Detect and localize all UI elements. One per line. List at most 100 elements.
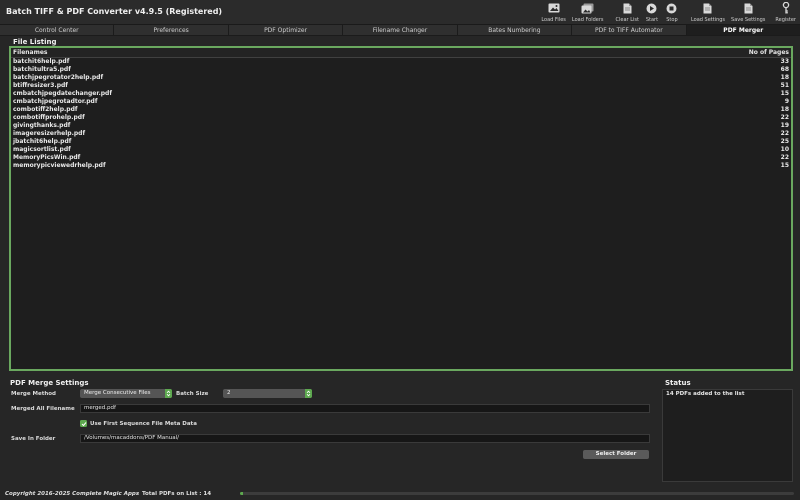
file-list-table[interactable]: Filenames No of Pages batchit6help.pdf 33… — [9, 46, 793, 371]
pages-cell: 15 — [780, 90, 789, 97]
start-button[interactable]: Start — [645, 2, 659, 24]
select-folder-button[interactable]: Select Folder — [583, 450, 649, 459]
start-label: Start — [645, 17, 659, 23]
save-settings-button[interactable]: Save Settings — [731, 2, 765, 24]
image-icon — [547, 2, 561, 14]
chevron-up-down-icon — [165, 389, 172, 398]
table-row[interactable]: imageresizerhelp.pdf 22 — [11, 130, 791, 138]
table-row[interactable]: memorypicviewedrhelp.pdf 15 — [11, 162, 791, 170]
checkmark-icon — [81, 421, 86, 426]
filename-cell: magicsortlist.pdf — [13, 146, 71, 153]
merge-method-value: Merge Consecutive Files — [84, 390, 151, 396]
stop-icon — [665, 2, 679, 14]
merge-method-select[interactable]: Merge Consecutive Files — [80, 389, 172, 398]
filenames-column-header[interactable]: Filenames — [13, 48, 48, 57]
filename-cell: btiffresizer3.pdf — [13, 82, 68, 89]
pages-cell: 15 — [780, 162, 789, 169]
play-icon — [645, 2, 659, 14]
total-pdfs-label: Total PDFs on List : 14 — [142, 491, 212, 497]
status-message: 14 PDFs added to the list — [666, 391, 745, 397]
load-files-button[interactable]: Load Files — [541, 2, 566, 24]
filename-cell: batchitultra5.pdf — [13, 66, 71, 73]
pages-cell: 9 — [784, 98, 789, 105]
load-settings-button[interactable]: Load Settings — [691, 2, 725, 24]
filename-cell: memorypicviewedrhelp.pdf — [13, 162, 106, 169]
images-icon — [581, 2, 595, 14]
table-row[interactable]: cmbatchjpegdatechanger.pdf 15 — [11, 90, 791, 98]
meta-data-checkbox[interactable] — [80, 420, 87, 427]
pages-cell: 18 — [780, 106, 789, 113]
table-body: batchit6help.pdf 33 batchitultra5.pdf 68 bat… — [11, 58, 791, 170]
pages-column-header[interactable]: No of Pages — [749, 48, 789, 57]
status-title: Status — [665, 379, 691, 387]
load-settings-label: Load Settings — [690, 17, 726, 23]
chevron-up-down-icon — [305, 389, 312, 398]
save-folder-label: Save In Folder — [11, 436, 56, 442]
table-row[interactable]: combotiff2help.pdf 18 — [11, 106, 791, 114]
filename-cell: MemoryPicsWin.pdf — [13, 154, 81, 161]
stop-button[interactable]: Stop — [665, 2, 679, 24]
filename-cell: cmbatchjpegrotadtor.pdf — [13, 98, 98, 105]
clear-list-label: Clear List — [615, 17, 639, 23]
load-folders-button[interactable]: Load Folders — [572, 2, 604, 24]
progress-bar — [240, 492, 794, 495]
table-header: Filenames No of Pages — [11, 48, 791, 58]
key-icon — [779, 2, 793, 14]
table-row[interactable]: batchitultra5.pdf 68 — [11, 66, 791, 74]
register-button[interactable]: Register — [775, 2, 796, 24]
pages-cell: 51 — [780, 82, 789, 89]
tab-control-center[interactable]: Control Center — [0, 25, 115, 35]
tab-bar: Control Center Preferences PDF Optimizer… — [0, 25, 800, 36]
table-row[interactable]: btiffresizer3.pdf 51 — [11, 82, 791, 90]
pages-cell: 68 — [780, 66, 789, 73]
filename-cell: batchjpegrotator2help.pdf — [13, 74, 104, 81]
toolbar: Load Files Load Folders Clear List Start… — [535, 2, 796, 24]
table-row[interactable]: cmbatchjpegrotadtor.pdf 9 — [11, 98, 791, 106]
load-folders-label: Load Folders — [571, 17, 604, 23]
pages-cell: 10 — [780, 146, 789, 153]
tab-pdf-merger[interactable]: PDF Merger — [686, 25, 800, 35]
pages-cell: 18 — [780, 74, 789, 81]
register-label: Register — [775, 17, 796, 23]
pages-cell: 22 — [780, 154, 789, 161]
pages-cell: 22 — [780, 114, 789, 121]
load-files-label: Load Files — [541, 17, 566, 23]
app-title: Batch TIFF & PDF Converter v4.9.5 (Regis… — [6, 7, 223, 16]
progress-fill — [240, 492, 243, 495]
file-listing-title: File Listing — [13, 38, 57, 46]
pages-cell: 22 — [780, 130, 789, 137]
pages-cell: 33 — [780, 58, 789, 65]
tab-bates-numbering[interactable]: Bates Numbering — [458, 25, 573, 35]
table-row[interactable]: batchjpegrotator2help.pdf 18 — [11, 74, 791, 82]
merged-filename-label: Merged All Filename — [11, 406, 75, 412]
status-panel: 14 PDFs added to the list — [662, 389, 793, 482]
merged-filename-field[interactable]: merged.pdf — [80, 404, 650, 413]
batch-size-label: Batch Size — [176, 391, 209, 397]
title-bar: Batch TIFF & PDF Converter v4.9.5 (Regis… — [0, 0, 800, 25]
table-row[interactable]: givingthanks.pdf 19 — [11, 122, 791, 130]
filename-cell: cmbatchjpegdatechanger.pdf — [13, 90, 112, 97]
batch-size-select[interactable]: 2 — [223, 389, 312, 398]
tab-pdf-to-tiff-automator[interactable]: PDF to TIFF Automator — [572, 25, 687, 35]
meta-data-checkbox-label[interactable]: Use First Sequence File Meta Data — [90, 421, 197, 427]
table-row[interactable]: combotiffprohelp.pdf 22 — [11, 114, 791, 122]
document-icon — [620, 2, 634, 14]
tab-filename-changer[interactable]: Filename Changer — [343, 25, 458, 35]
filename-cell: combotiffprohelp.pdf — [13, 114, 85, 121]
save-folder-field[interactable]: /Volumes/macaddons/PDF Manual/ — [80, 434, 650, 443]
batch-size-value: 2 — [227, 390, 231, 396]
tab-pdf-optimizer[interactable]: PDF Optimizer — [229, 25, 344, 35]
filename-cell: givingthanks.pdf — [13, 122, 71, 129]
filename-cell: batchit6help.pdf — [13, 58, 70, 65]
table-row[interactable]: magicsortlist.pdf 10 — [11, 146, 791, 154]
table-row[interactable]: jbatchit6help.pdf 25 — [11, 138, 791, 146]
filename-cell: jbatchit6help.pdf — [13, 138, 72, 145]
filename-cell: combotiff2help.pdf — [13, 106, 78, 113]
table-row[interactable]: batchit6help.pdf 33 — [11, 58, 791, 66]
clear-list-button[interactable]: Clear List — [616, 2, 639, 24]
tab-preferences[interactable]: Preferences — [114, 25, 229, 35]
pages-cell: 19 — [780, 122, 789, 129]
table-row[interactable]: MemoryPicsWin.pdf 22 — [11, 154, 791, 162]
document-icon — [701, 2, 715, 14]
merge-settings-title: PDF Merge Settings — [10, 379, 89, 387]
